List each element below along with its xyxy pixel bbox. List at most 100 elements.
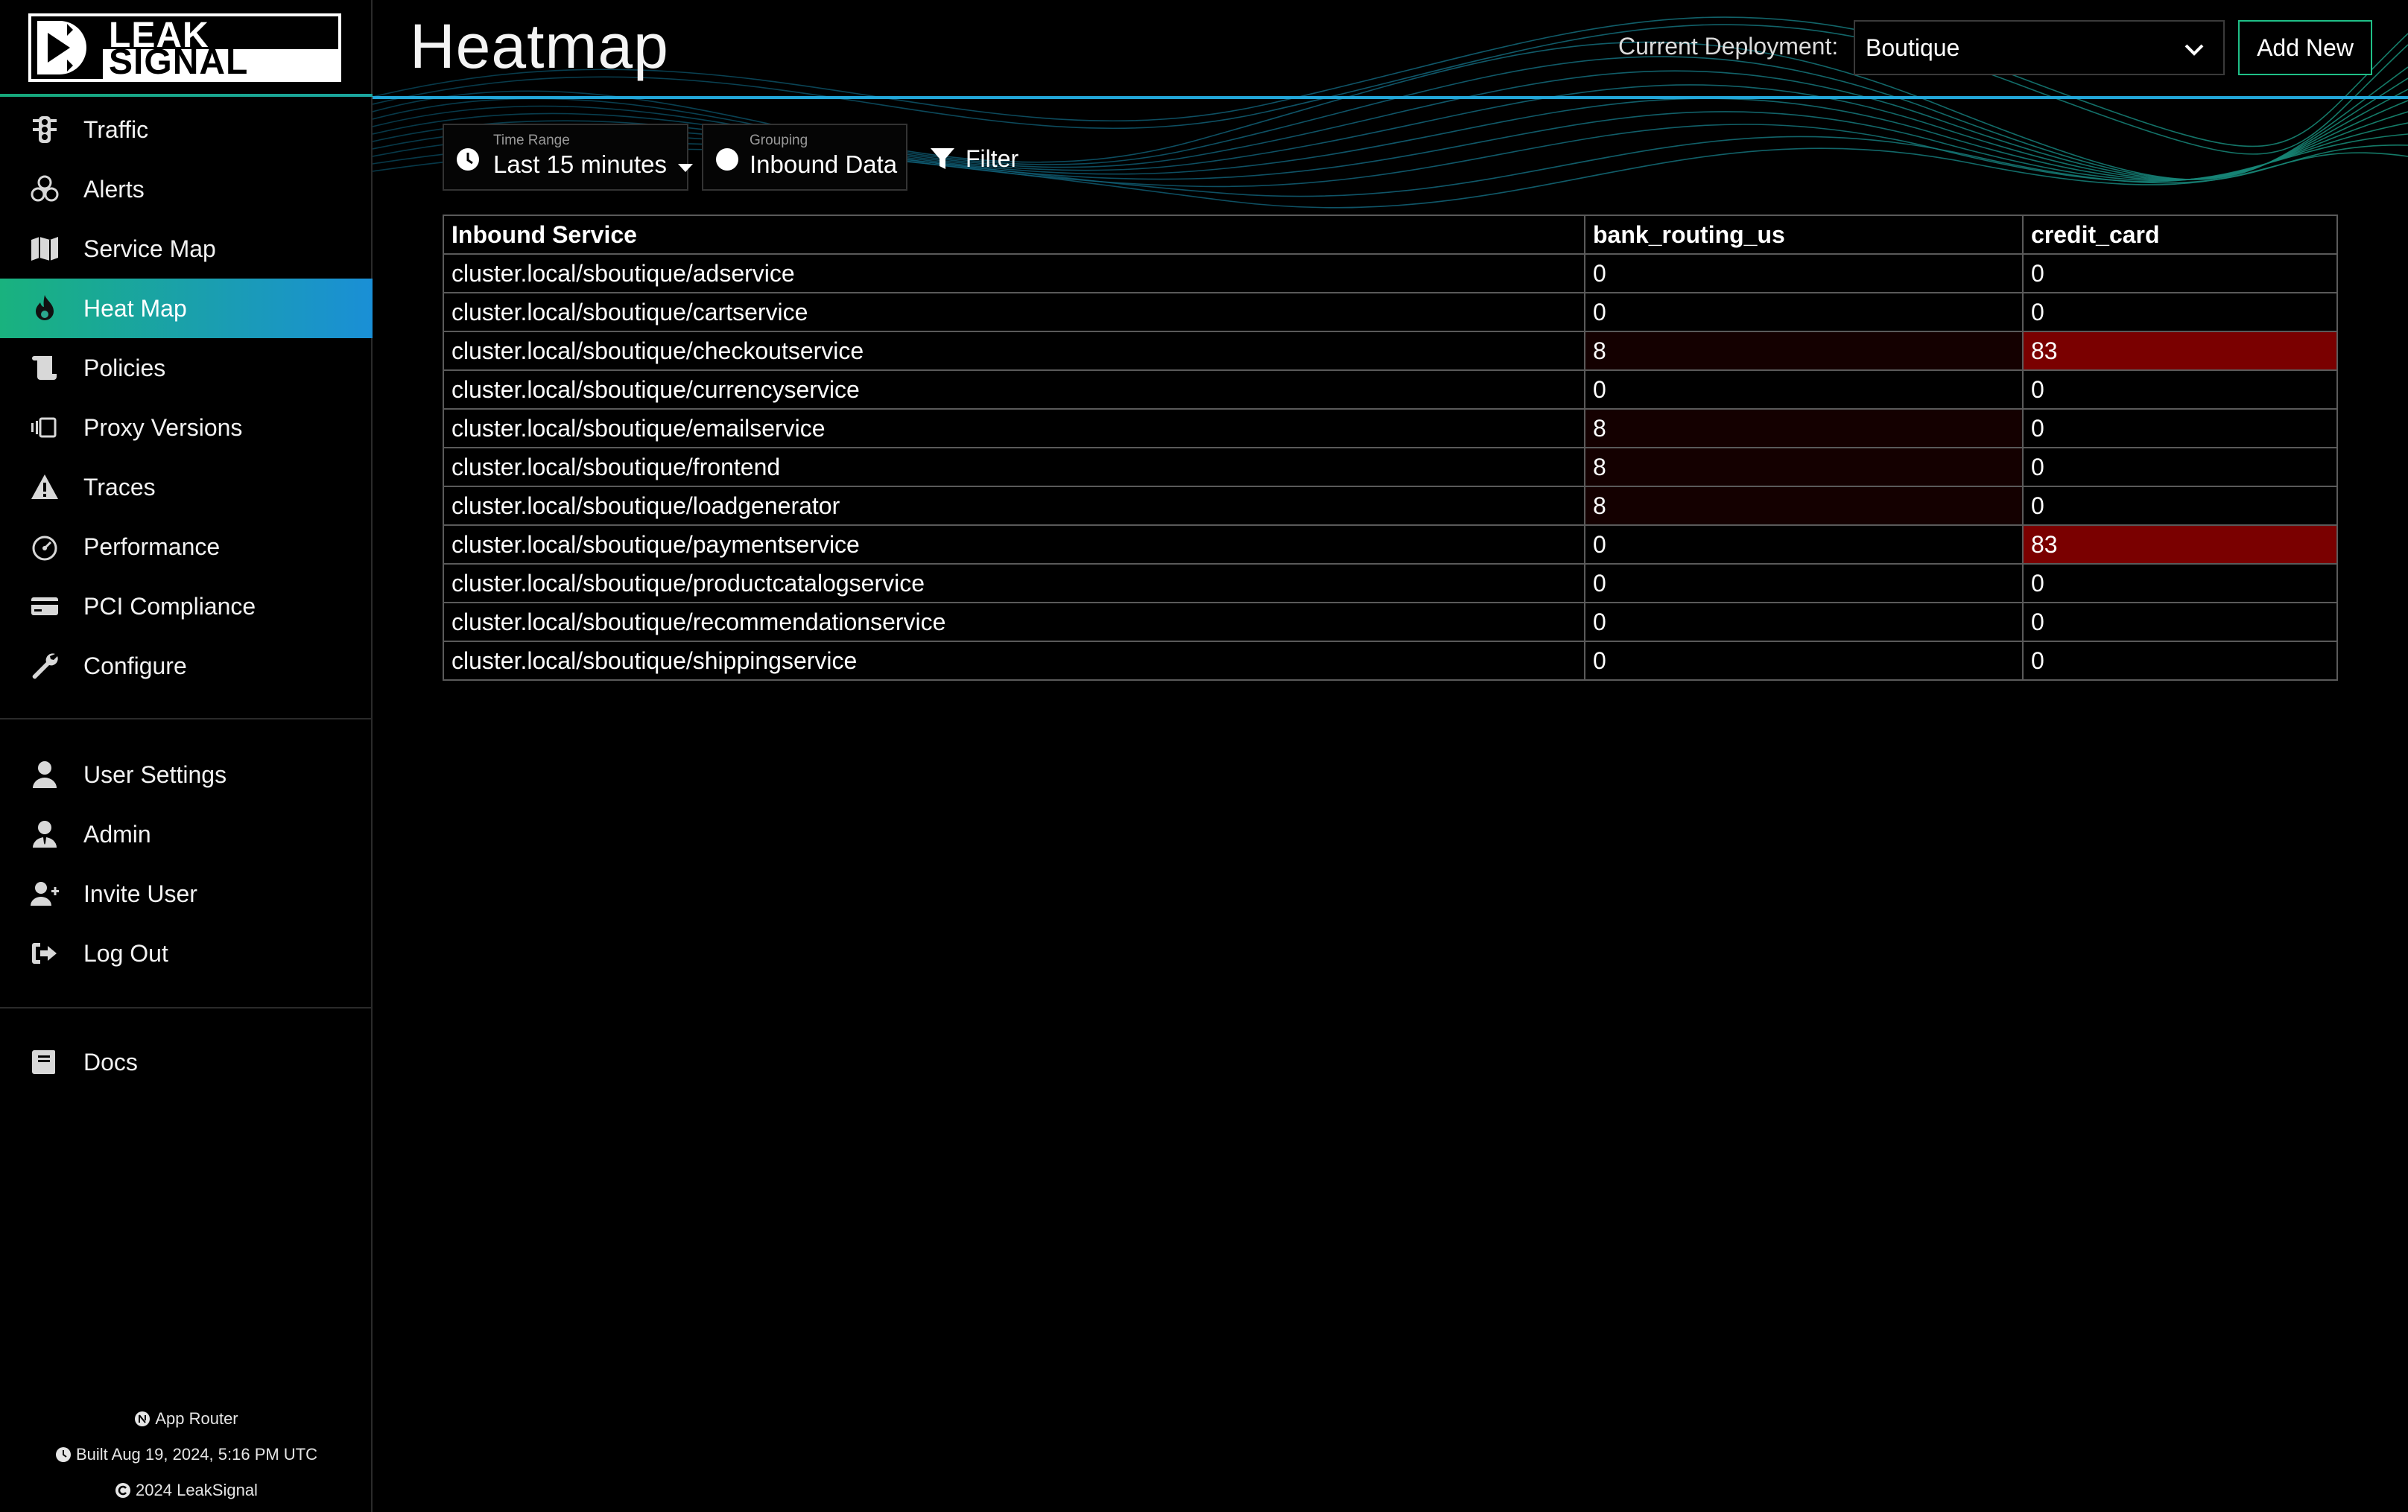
sidebar-item-service-map[interactable]: Service Map: [0, 219, 373, 279]
warning-triangle-icon: [28, 471, 61, 504]
sidebar-item-performance[interactable]: Performance: [0, 517, 373, 576]
table-row[interactable]: cluster.local/sboutique/paymentservice 0 8…: [443, 524, 2338, 565]
cell-bank-routing-us: 0: [1584, 602, 2024, 642]
leaksignal-logo[interactable]: LEAK SIGNAL: [28, 13, 341, 82]
cell-service: cluster.local/sboutique/paymentservice: [443, 524, 1585, 565]
sidebar-item-admin[interactable]: Admin: [0, 804, 373, 864]
user-plus-icon: [28, 877, 61, 910]
table-row[interactable]: cluster.local/sboutique/adservice 0 0: [443, 253, 2338, 293]
sign-out-icon: [28, 937, 61, 970]
cell-service: cluster.local/sboutique/checkoutservice: [443, 331, 1585, 371]
cell-credit-card: 83: [2022, 331, 2338, 371]
cell-service: cluster.local/sboutique/emailservice: [443, 408, 1585, 448]
chevron-down-icon: [2184, 44, 2204, 56]
fire-icon: [28, 292, 61, 325]
logo-text-signal: SIGNAL: [109, 42, 249, 82]
time-range-selector[interactable]: Time Range Last 15 minutes: [443, 124, 694, 191]
book-icon: [28, 1046, 61, 1079]
footer-router-text: App Router: [155, 1409, 238, 1428]
sidebar-item-traffic[interactable]: Traffic: [0, 100, 373, 159]
clock-icon: [457, 148, 479, 171]
cell-bank-routing-us: 0: [1584, 641, 2024, 681]
table-row[interactable]: cluster.local/sboutique/cartservice 0 0: [443, 292, 2338, 332]
sidebar-item-user-settings[interactable]: User Settings: [0, 745, 373, 804]
cell-bank-routing-us: 8: [1584, 486, 2024, 526]
column-header-inbound-service[interactable]: Inbound Service: [443, 215, 1585, 255]
clock-icon: [55, 1447, 71, 1462]
grouping-value: Inbound Data: [750, 150, 898, 178]
user-icon: [28, 758, 61, 791]
sidebar-item-log-out[interactable]: Log Out: [0, 924, 373, 983]
cell-bank-routing-us: 0: [1584, 524, 2024, 565]
circle-icon: [716, 148, 738, 171]
table-header-row: Inbound Service bank_routing_us credit_c…: [443, 215, 2338, 255]
credit-card-icon: [28, 590, 61, 623]
footer-router: App Router: [0, 1409, 373, 1429]
sidebar-divider: [0, 1007, 373, 1008]
sidebar-item-label: Performance: [83, 533, 221, 560]
cell-service: cluster.local/sboutique/adservice: [443, 253, 1585, 293]
deployment-select-value: Boutique: [1866, 34, 1960, 61]
cell-service: cluster.local/sboutique/frontend: [443, 447, 1585, 487]
sidebar-item-traces[interactable]: Traces: [0, 457, 373, 517]
cell-credit-card: 0: [2022, 486, 2338, 526]
table-row[interactable]: cluster.local/sboutique/productcatalogse…: [443, 563, 2338, 603]
sidebar-item-label: Heat Map: [83, 294, 187, 322]
sidebar-item-label: Invite User: [83, 880, 197, 907]
cell-credit-card: 0: [2022, 563, 2338, 603]
sidebar-item-label: Policies: [83, 354, 166, 381]
deployment-select[interactable]: Boutique: [1854, 20, 2225, 75]
cell-bank-routing-us: 8: [1584, 408, 2024, 448]
cell-credit-card: 0: [2022, 641, 2338, 681]
traffic-light-icon: [28, 113, 61, 146]
sidebar-item-invite-user[interactable]: Invite User: [0, 864, 373, 924]
logo-mark-icon: [31, 16, 103, 79]
table-row[interactable]: cluster.local/sboutique/emailservice 8 0: [443, 408, 2338, 448]
sidebar-item-policies[interactable]: Policies: [0, 338, 373, 398]
deployment-label: Current Deployment:: [1618, 33, 1839, 60]
user-tie-icon: [28, 818, 61, 851]
sidebar-item-alerts[interactable]: Alerts: [0, 159, 373, 219]
column-header-credit-card[interactable]: credit_card: [2022, 215, 2338, 255]
cell-bank-routing-us: 0: [1584, 292, 2024, 332]
sidebar-top-divider: [0, 94, 373, 97]
sidebar-item-configure[interactable]: Configure: [0, 636, 373, 696]
sidebar-item-proxy-versions[interactable]: Proxy Versions: [0, 398, 373, 457]
cell-service: cluster.local/sboutique/productcatalogse…: [443, 563, 1585, 603]
column-header-bank-routing-us[interactable]: bank_routing_us: [1584, 215, 2024, 255]
grouping-label: Grouping: [750, 133, 808, 148]
grouping-selector[interactable]: Grouping Inbound Data: [702, 124, 907, 191]
add-new-button[interactable]: Add New: [2238, 20, 2372, 75]
cell-service: cluster.local/sboutique/shippingservice: [443, 641, 1585, 681]
sidebar-item-pci-compliance[interactable]: PCI Compliance: [0, 576, 373, 636]
sidebar-item-docs[interactable]: Docs: [0, 1032, 373, 1092]
table-row[interactable]: cluster.local/sboutique/recommendationse…: [443, 602, 2338, 642]
sidebar-item-label: Traffic: [83, 115, 149, 143]
time-range-label: Time Range: [493, 133, 570, 148]
footer-copyright-text: 2024 LeakSignal: [136, 1481, 258, 1499]
cell-credit-card: 0: [2022, 292, 2338, 332]
time-range-value: Last 15 minutes: [493, 150, 694, 179]
table-row[interactable]: cluster.local/sboutique/frontend 8 0: [443, 447, 2338, 487]
cell-service: cluster.local/sboutique/cartservice: [443, 292, 1585, 332]
sidebar: LEAK SIGNAL Traffic Alerts Service Map H…: [0, 0, 373, 1512]
cell-bank-routing-us: 8: [1584, 447, 2024, 487]
table-row[interactable]: cluster.local/sboutique/loadgenerator 8 0: [443, 486, 2338, 526]
heatmap-table: Inbound Service bank_routing_us credit_c…: [443, 215, 2338, 681]
caret-down-icon: [678, 164, 694, 172]
cell-credit-card: 0: [2022, 602, 2338, 642]
gauge-icon: [28, 530, 61, 563]
copyright-icon: [115, 1483, 131, 1498]
table-row[interactable]: cluster.local/sboutique/currencyservice 0…: [443, 369, 2338, 410]
cell-bank-routing-us: 0: [1584, 253, 2024, 293]
table-row[interactable]: cluster.local/sboutique/shippingservice 0…: [443, 641, 2338, 681]
sidebar-item-heat-map[interactable]: Heat Map: [0, 279, 373, 338]
sidebar-item-label: User Settings: [83, 760, 227, 788]
versions-icon: [28, 411, 61, 444]
filter-button[interactable]: Filter: [930, 140, 1018, 177]
header-divider: [373, 96, 2408, 99]
filter-icon: [931, 148, 954, 169]
cell-credit-card: 0: [2022, 447, 2338, 487]
scroll-icon: [28, 352, 61, 384]
table-row[interactable]: cluster.local/sboutique/checkoutservice 8…: [443, 331, 2338, 371]
